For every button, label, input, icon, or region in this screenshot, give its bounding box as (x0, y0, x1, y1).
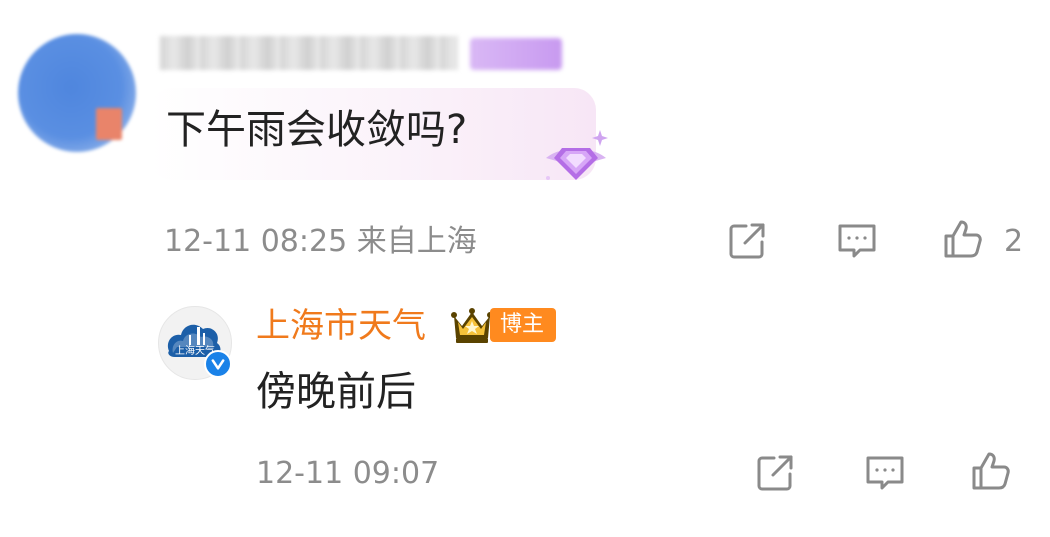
verified-icon (204, 350, 232, 378)
reply-author-name[interactable]: 上海市天气 (256, 304, 426, 348)
gem-badge-icon (540, 128, 612, 186)
reply-timestamp: 12-11 09:07 (256, 456, 440, 491)
comment-meta: 12-11 08:25 来自上海 (164, 224, 477, 260)
crown-icon (450, 306, 494, 346)
share-icon[interactable] (754, 452, 796, 494)
like-icon[interactable] (970, 450, 1012, 492)
comment-icon[interactable] (864, 452, 906, 494)
reply-text: 傍晚前后 (256, 369, 416, 415)
comment-thread: 下午雨会收敛吗? 12-11 08:25 来自上海 2 上海天气 上海市天气 博… (0, 0, 1050, 537)
comment-location: 来自上海 (356, 224, 477, 259)
like-icon[interactable] (942, 218, 984, 260)
commenter-tag-redacted (470, 38, 562, 70)
avatar-badge (96, 108, 122, 140)
commenter-username-redacted[interactable] (160, 36, 458, 70)
comment-timestamp: 12-11 08:25 (164, 224, 348, 259)
author-badge: 博主 (490, 308, 557, 342)
comment-icon[interactable] (836, 220, 878, 262)
like-count: 2 (1004, 224, 1024, 259)
share-icon[interactable] (726, 220, 768, 262)
commenter-avatar[interactable] (18, 34, 136, 152)
reply-meta: 12-11 09:07 (256, 456, 439, 492)
comment-text: 下午雨会收敛吗? (166, 107, 468, 153)
